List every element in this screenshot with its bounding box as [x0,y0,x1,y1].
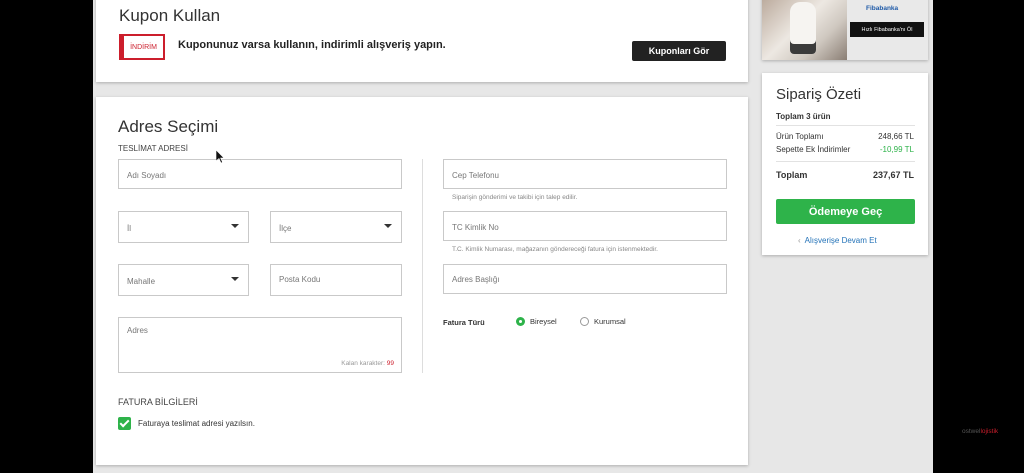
checkout-button[interactable]: Ödemeye Geç [776,199,915,224]
watermark-part-b: lojistik [980,428,999,435]
order-summary-card: Sipariş Özeti Toplam 3 ürün Ürün Toplamı… [762,73,928,255]
tc-id-placeholder: TC Kimlik No [452,223,499,232]
full-name-input[interactable]: Adı Soyadı [118,159,402,189]
total-value: 237,67 TL [872,170,914,180]
same-address-checkbox[interactable] [118,417,131,430]
summary-divider-bottom [776,161,915,162]
chevron-down-icon [231,277,239,281]
watermark: ostwellojistik [962,428,998,435]
neighborhood-select[interactable]: Mahalle [118,264,249,296]
coupon-title: Kupon Kullan [119,6,221,25]
invoice-type-individual[interactable]: Bireysel [516,316,568,328]
discount-value: -10,99 TL [879,145,914,154]
same-address-label: Faturaya teslimat adresi yazılsın. [138,419,255,428]
remaining-label: Kalan karakter: [341,360,385,367]
address-placeholder: Adres [127,326,148,335]
remaining-characters: Kalan karakter: 99 [341,360,394,367]
chevron-left-icon: ‹ [798,236,801,245]
summary-item-count: Toplam 3 ürün [776,112,831,121]
mobile-phone-input[interactable]: Cep Telefonu [443,159,727,189]
mobile-phone-placeholder: Cep Telefonu [452,171,499,180]
postcode-input[interactable]: Posta Kodu [270,264,402,296]
address-textarea[interactable]: Adres Kalan karakter: 99 [118,317,402,373]
subtotal-value: 248,66 TL [878,132,914,141]
postcode-placeholder: Posta Kodu [279,275,321,284]
district-placeholder: İlçe [279,224,292,233]
city-placeholder: İl [127,224,131,233]
chevron-down-icon [384,224,392,228]
ad-person-figure [790,2,816,54]
city-select[interactable]: İl [118,211,249,243]
discount-badge-label: İNDİRİM [130,43,157,51]
radio-unselected-icon [580,317,589,326]
district-select[interactable]: İlçe [270,211,402,243]
address-title-placeholder: Adres Başlığı [452,275,500,284]
total-label: Toplam [776,170,808,180]
discount-badge: İNDİRİM [119,34,165,60]
coupon-text: Kuponunuz varsa kullanın, indirimli alış… [178,39,446,51]
mouse-cursor-icon [216,150,225,164]
ad-button[interactable]: Hızlı Fibabanka'nı Öl [850,22,924,37]
bank-ad-banner[interactable]: Fibabanka Hızlı Fibabanka'nı Öl [762,0,928,60]
neighborhood-placeholder: Mahalle [127,277,156,286]
column-divider [422,159,423,373]
phone-hint: Siparişin gönderimi ve takibi için talep… [452,194,578,201]
watermark-part-a: ostwel [962,428,981,435]
view-coupons-button[interactable]: Kuponları Gör [632,41,726,61]
continue-shopping-label: Alışverişe Devam Et [804,236,877,245]
invoice-section-label: FATURA BİLGİLERİ [118,397,198,407]
address-title-input[interactable]: Adres Başlığı [443,264,727,294]
check-icon [119,417,130,428]
address-card: Adres Seçimi TESLİMAT ADRESİ Adı Soyadı … [96,97,748,465]
address-title: Adres Seçimi [118,117,219,136]
subtotal-label: Ürün Toplamı [776,132,824,141]
tc-id-hint: T.C. Kimlik Numarası, mağazanın gönderec… [452,246,658,253]
invoice-individual-label: Bireysel [530,317,557,326]
ad-bank-name: Fibabanka [866,5,899,12]
invoice-corporate-label: Kurumsal [594,317,626,326]
chevron-down-icon [231,224,239,228]
delivery-section-label: TESLİMAT ADRESİ [118,144,188,153]
checkout-page: Kupon Kullan İNDİRİM Kuponunuz varsa kul… [93,0,933,473]
discount-label: Sepette Ek İndirimler [776,145,851,154]
remaining-count: 99 [386,360,394,367]
invoice-type-label: Fatura Türü [443,318,485,327]
tc-id-input[interactable]: TC Kimlik No [443,211,727,241]
radio-selected-icon [516,317,525,326]
summary-divider-top [776,125,915,126]
full-name-placeholder: Adı Soyadı [127,171,167,180]
invoice-type-corporate[interactable]: Kurumsal [580,316,640,328]
summary-title: Sipariş Özeti [776,86,862,103]
continue-shopping-link[interactable]: ‹ Alışverişe Devam Et [798,236,877,245]
coupon-card: Kupon Kullan İNDİRİM Kuponunuz varsa kul… [96,0,748,82]
